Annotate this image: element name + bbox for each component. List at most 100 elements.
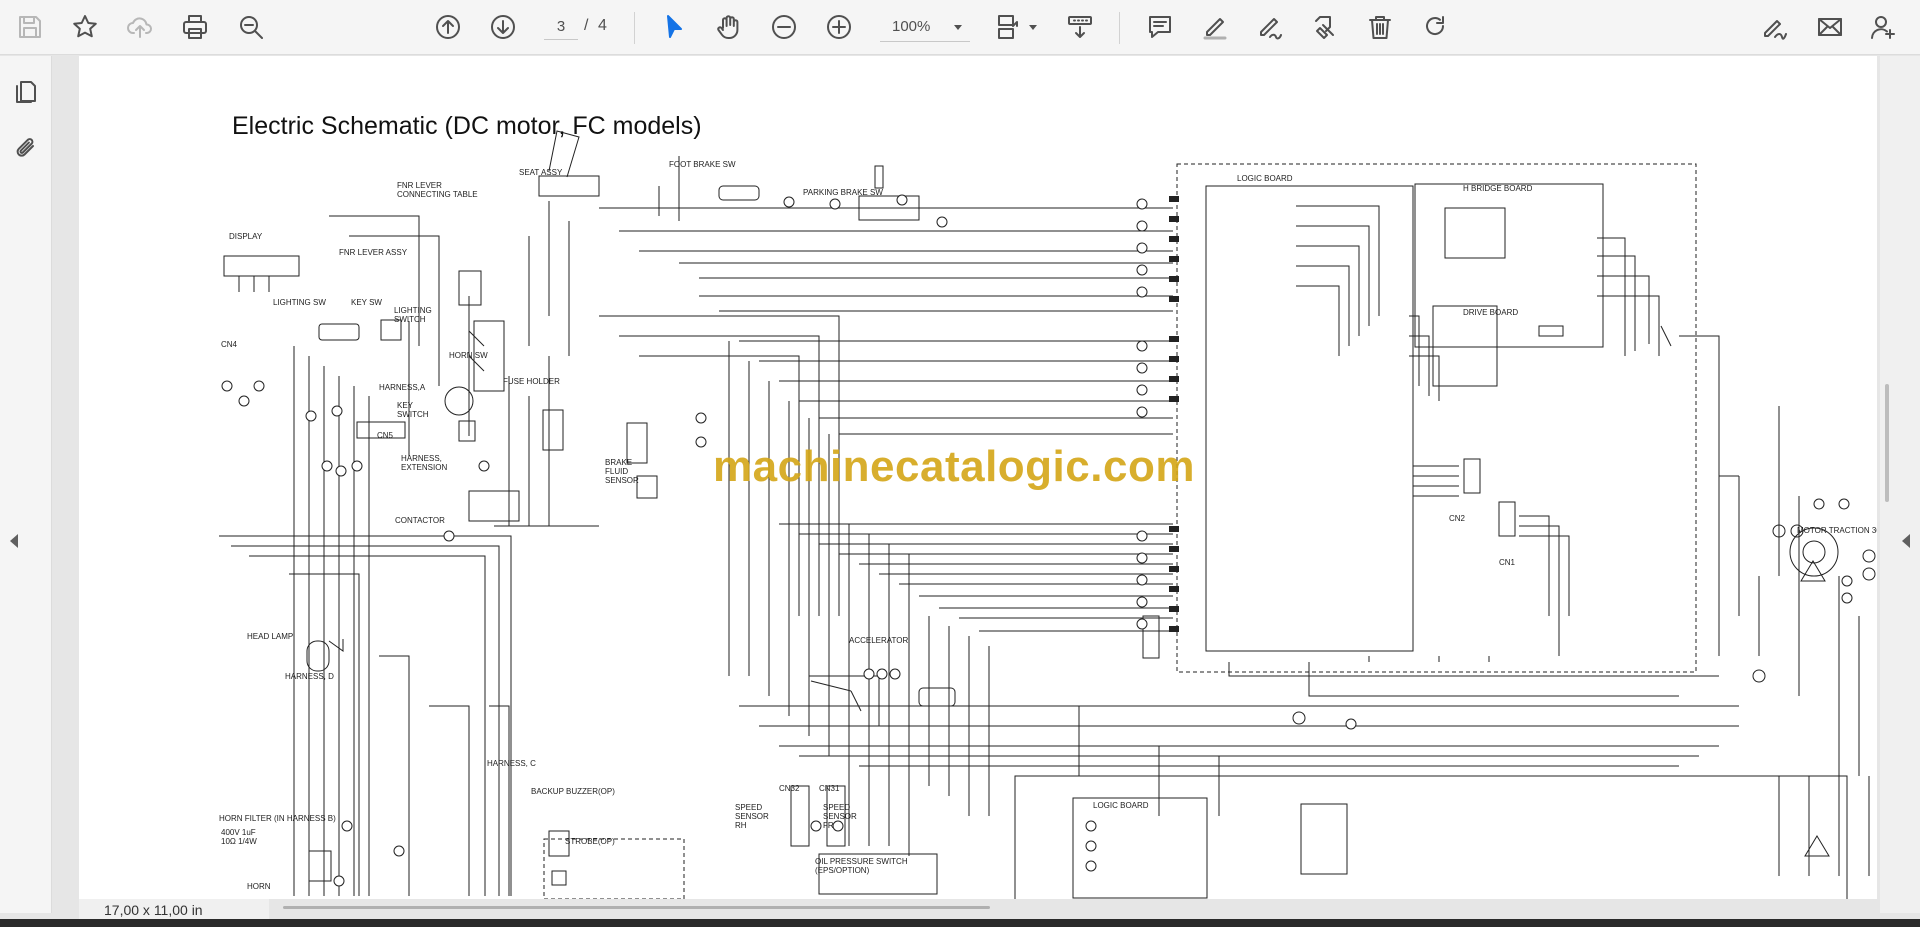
- label-cn31: CN31: [819, 784, 840, 793]
- label-harness-d: HARNESS, D: [285, 672, 334, 681]
- arrow-down-circle-icon: [491, 15, 515, 39]
- minus-circle-icon: [772, 15, 796, 39]
- toolbar: / 4 100%: [0, 0, 1920, 55]
- toolbar-divider: [1119, 12, 1120, 44]
- label-contactor: CONTACTOR: [395, 516, 445, 525]
- account-plus-icon: [1871, 16, 1895, 39]
- trash-icon: [1369, 16, 1391, 39]
- watermark: machinecatalogic.com: [713, 442, 1195, 491]
- print-button[interactable]: [177, 9, 213, 45]
- page-number-input[interactable]: [544, 14, 578, 40]
- comment-button[interactable]: [1142, 9, 1178, 45]
- pdf-page: Electric Schematic (DC motor, FC models)…: [79, 56, 1877, 899]
- label-lighting-switch: LIGHTING SWITCH: [394, 306, 432, 324]
- page-thumbnails-button[interactable]: [10, 76, 42, 108]
- highlight-button[interactable]: [1197, 9, 1233, 45]
- next-page-button[interactable]: [485, 9, 521, 45]
- label-harness-c: HARNESS, C: [487, 759, 536, 768]
- total-pages: 4: [598, 17, 607, 34]
- scroll-mode-icon: [1068, 16, 1092, 38]
- label-logic-board-lower: LOGIC BOARD: [1093, 801, 1149, 810]
- save-button[interactable]: [12, 9, 48, 45]
- arrow-up-circle-icon: [436, 15, 460, 39]
- email-button[interactable]: [1812, 9, 1848, 45]
- draw-button[interactable]: [1252, 9, 1288, 45]
- highlight-pen-icon: [1203, 18, 1227, 40]
- label-head-lamp: HEAD LAMP: [247, 632, 294, 641]
- fit-options-chevron-icon[interactable]: [1029, 25, 1037, 30]
- expand-right-panel-icon[interactable]: [1902, 534, 1910, 548]
- label-cn2: CN2: [1449, 514, 1466, 523]
- document-viewport[interactable]: Electric Schematic (DC motor, FC models)…: [52, 56, 1880, 899]
- label-seat-assy: SEAT ASSY: [519, 168, 563, 177]
- print-icon: [183, 15, 207, 39]
- chevron-down-icon: [954, 25, 962, 30]
- previous-page-button[interactable]: [430, 9, 466, 45]
- label-motor-traction: MOTOR TRACTION 36V: [1797, 526, 1877, 535]
- hand-tool-button[interactable]: [711, 9, 747, 45]
- collapse-left-panel-icon[interactable]: [10, 534, 18, 548]
- zoom-search-icon: [240, 16, 263, 39]
- stamp-icon: [1315, 16, 1334, 39]
- label-accelerator: ACCELERATOR: [849, 636, 909, 645]
- comment-icon: [1149, 16, 1171, 38]
- label-horn: HORN: [247, 882, 271, 891]
- label-fnr-table: FNR LEVER CONNECTING TABLE: [397, 181, 478, 199]
- taskbar-edge: [0, 919, 1920, 927]
- label-horn-sw: HORN SW: [449, 351, 488, 360]
- horizontal-scrollbar-thumb[interactable]: [283, 906, 990, 909]
- label-drive-board: DRIVE BOARD: [1463, 308, 1519, 317]
- zoom-in-button[interactable]: [821, 9, 857, 45]
- sign-button[interactable]: [1757, 9, 1793, 45]
- label-cn5: CN5: [377, 431, 394, 440]
- left-panel-rail: [0, 56, 52, 913]
- pdf-viewer-window: / 4 100%: [0, 0, 1920, 927]
- vertical-scrollbar-thumb[interactable]: [1885, 384, 1889, 502]
- label-horn-filter: HORN FILTER (IN HARNESS B): [219, 814, 336, 823]
- label-strobe: STROBE(OP): [565, 837, 615, 846]
- attachments-button[interactable]: [10, 132, 42, 164]
- upload-button[interactable]: [122, 9, 158, 45]
- zoom-out-button[interactable]: [766, 9, 802, 45]
- label-harness-a: HARNESS,A: [379, 383, 426, 392]
- label-lighting-sw: LIGHTING SW: [273, 298, 326, 307]
- label-parking-brake-sw: PARKING BRAKE SW: [803, 188, 883, 197]
- select-tool-button[interactable]: [656, 9, 692, 45]
- label-key-switch: KEY SWITCH: [397, 401, 429, 419]
- save-icon: [19, 16, 41, 38]
- cursor-arrow-icon: [667, 15, 682, 38]
- label-key-sw: KEY SW: [351, 298, 382, 307]
- account-button[interactable]: [1866, 9, 1902, 45]
- label-backup-buzzer: BACKUP BUZZER(OP): [531, 787, 615, 796]
- sign-icon: [1764, 20, 1787, 40]
- fit-page-icon: [998, 15, 1018, 39]
- bookmark-button[interactable]: [67, 9, 103, 45]
- scroll-mode-button[interactable]: [1062, 9, 1098, 45]
- label-logic-board: LOGIC BOARD: [1237, 174, 1293, 183]
- paperclip-icon: [16, 138, 34, 157]
- label-speed-sensor-rh: SPEED SENSOR RH: [735, 803, 769, 830]
- label-display: DISPLAY: [229, 232, 263, 241]
- page-thumbnails-icon: [16, 81, 36, 103]
- zoom-value: 100%: [892, 18, 931, 35]
- redo-button[interactable]: [1417, 9, 1453, 45]
- page-separator: /: [584, 17, 589, 34]
- document-title: Electric Schematic (DC motor, FC models): [232, 112, 702, 140]
- label-foot-brake-sw: FOOT BRAKE SW: [669, 160, 736, 169]
- fit-page-button[interactable]: [990, 9, 1026, 45]
- zoom-dropdown[interactable]: 100%: [880, 14, 970, 42]
- status-bar: 17,00 x 11,00 in: [79, 899, 269, 921]
- label-oil-pressure-switch: OIL PRESSURE SWITCH (EPS/OPTION): [815, 857, 908, 875]
- label-speed-sensor-fr: SPEED SENSOR FR: [823, 803, 857, 830]
- delete-button[interactable]: [1362, 9, 1398, 45]
- plus-circle-icon: [827, 15, 851, 39]
- label-harness-extension: HARNESS, EXTENSION: [401, 454, 448, 472]
- draw-icon: [1260, 18, 1282, 40]
- cloud-upload-icon: [127, 17, 152, 38]
- stamp-button[interactable]: [1307, 9, 1343, 45]
- label-cn32: CN32: [779, 784, 800, 793]
- find-button[interactable]: [233, 9, 269, 45]
- envelope-icon: [1818, 18, 1842, 36]
- label-filter-value: 400V 1uF 10Ω 1/4W: [221, 828, 257, 846]
- hand-icon: [717, 15, 739, 39]
